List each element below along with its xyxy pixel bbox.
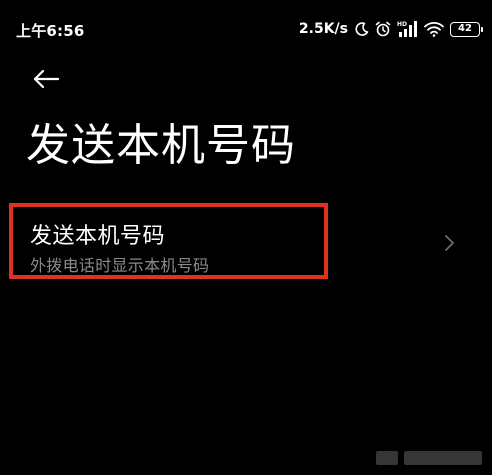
watermark-logo [366, 447, 482, 469]
svg-text:HD: HD [397, 21, 407, 28]
chevron-right-icon [442, 233, 456, 253]
arrow-left-icon [32, 68, 60, 94]
status-time: 上午6:56 [16, 22, 85, 40]
moon-icon [354, 20, 370, 38]
alarm-icon [374, 20, 392, 38]
status-bar: 上午6:56 2.5K/s HD 42 [0, 0, 492, 56]
status-indicators: 2.5K/s HD 42 [298, 18, 483, 40]
back-button[interactable] [28, 66, 64, 96]
hd-signal-icon: HD [396, 20, 420, 38]
setting-title: 发送本机号码 [30, 224, 166, 249]
page-title: 发送本机号码 [26, 120, 296, 171]
setting-subtitle: 外拨电话时显示本机号码 [30, 256, 210, 275]
network-speed: 2.5K/s [298, 21, 348, 37]
battery-level: 42 [458, 23, 472, 34]
watermark-mark [376, 451, 398, 465]
wifi-icon [424, 20, 444, 38]
send-caller-id-setting[interactable]: 发送本机号码 外拨电话时显示本机号码 [0, 200, 492, 282]
battery-icon: 42 [450, 21, 483, 37]
watermark-text [404, 451, 482, 465]
